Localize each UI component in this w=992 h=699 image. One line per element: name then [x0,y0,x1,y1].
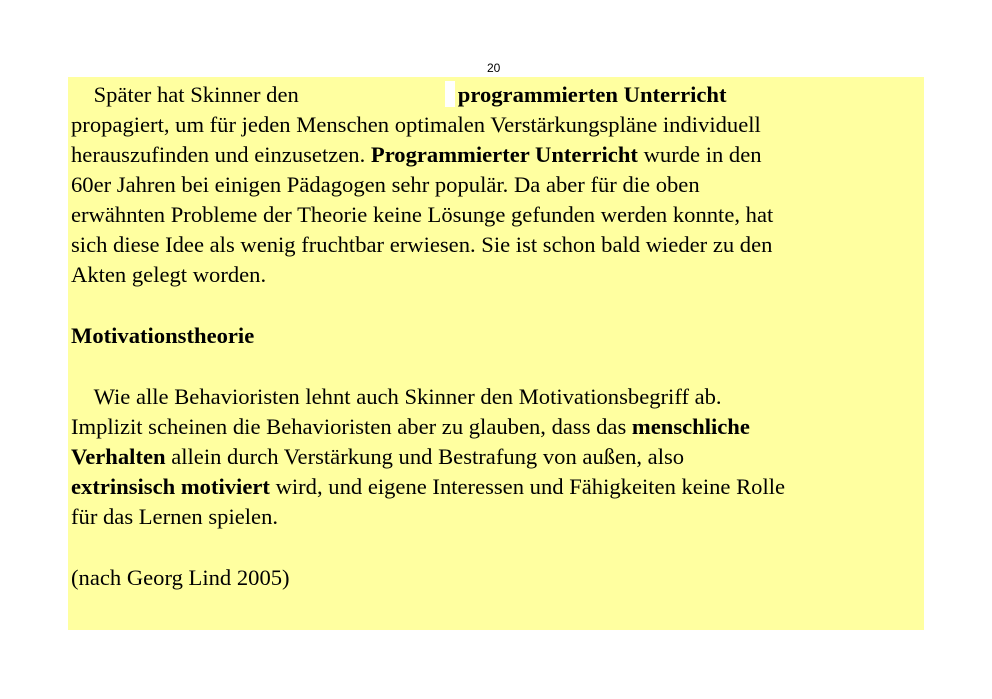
highlighted-text-block: Später hat Skinner den programmierten Unt… [68,77,924,630]
paragraph-2-line-4: extrinsisch motiviert wird, und eigene I… [71,473,785,501]
para2-bold-term-2: Verhalten [71,444,166,469]
paragraph-2-line-3: Verhalten allein durch Verstärkung und B… [71,443,684,471]
paragraph-2-line-2: Implizit scheinen die Behavioristen aber… [71,413,750,441]
para2-bold-term-3: extrinsisch motiviert [71,474,270,499]
paragraph-2-line-5: für das Lernen spielen. [71,504,279,529]
paragraph-1-line-1: Später hat Skinner den programmierten Unt… [71,81,727,109]
paragraph-1-line-7: Akten gelegt worden. [71,262,267,287]
section-heading: Motivationstheorie [71,323,255,348]
para2-text-c: allein durch Verstärkung und Bestrafung … [171,444,685,469]
paragraph-1-line-5: erwähnten Probleme der Theorie keine Lös… [71,202,774,227]
blank-gap [299,82,445,102]
para1-bold-term: programmierten Unterricht [457,82,727,107]
cursor-mark [444,81,455,107]
page-number: 20 [487,61,501,75]
paragraph-1-line-3: herauszufinden und einzusetzen. Programm… [71,141,762,169]
para2-text-a: Wie alle Behavioristen lehnt auch Skinne… [93,384,722,409]
para1-text-c: wurde in den [643,142,762,167]
paragraph-1-line-4: 60er Jahren bei einigen Pädagogen sehr p… [71,172,700,197]
paragraph-1-line-6: sich diese Idee als wenig fruchtbar erwi… [71,232,773,257]
para2-bold-term: menschliche [631,414,750,439]
para1-bold-term-2: Programmierter Unterricht [370,142,638,167]
paragraph-2-line-1: Wie alle Behavioristen lehnt auch Skinne… [71,383,722,411]
para2-text-b: Implizit scheinen die Behavioristen aber… [71,414,627,439]
para2-text-d: wird, und eigene Interessen und Fähigkei… [275,474,786,499]
citation: (nach Georg Lind 2005) [71,565,290,590]
para1-text-b: herauszufinden und einzusetzen. [71,142,366,167]
paragraph-1-line-2: propagiert, um für jeden Menschen optima… [71,112,761,137]
para1-text-a: Später hat Skinner den [93,82,299,107]
